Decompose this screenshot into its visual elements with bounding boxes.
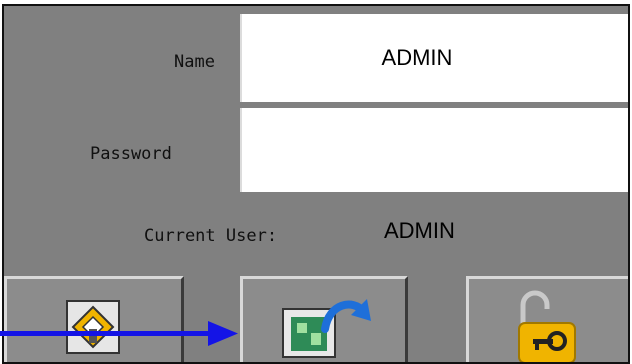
password-field[interactable] (240, 108, 628, 192)
login-panel: Name ADMIN Password Current User: ADMIN (2, 4, 630, 364)
current-user-value: ADMIN (384, 218, 455, 243)
password-label: Password (90, 144, 172, 164)
annotation-arrow (0, 321, 238, 346)
switch-user-icon (282, 299, 371, 358)
lock-icon (518, 290, 576, 362)
name-value: ADMIN (381, 45, 453, 70)
switch-user-button[interactable] (240, 276, 408, 362)
current-user-label: Current User: (144, 226, 278, 246)
name-label: Name (174, 52, 215, 72)
name-field[interactable]: ADMIN (240, 14, 628, 102)
logout-button[interactable] (466, 276, 628, 362)
